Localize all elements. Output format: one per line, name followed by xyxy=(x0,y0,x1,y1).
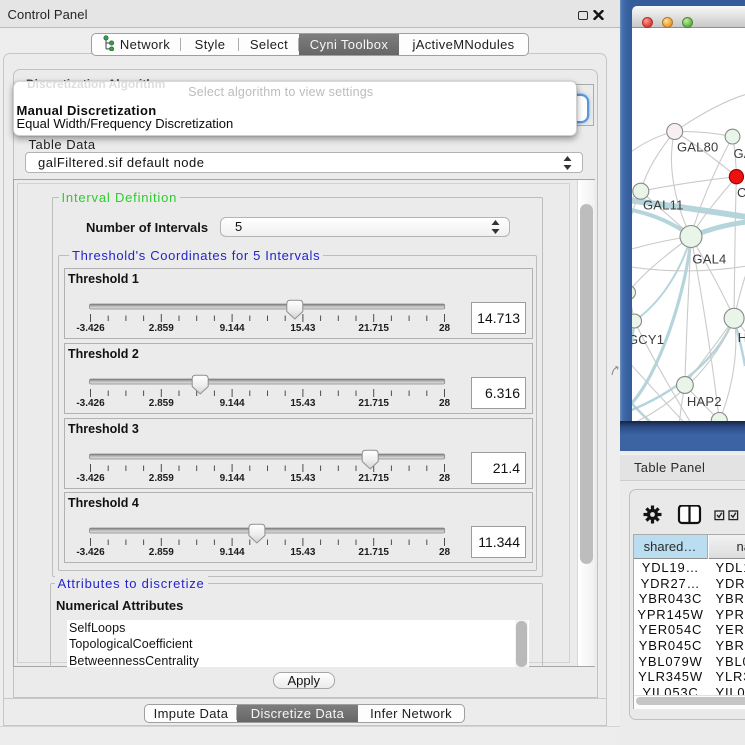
svg-text:9.144: 9.144 xyxy=(220,547,245,558)
svg-text:2.859: 2.859 xyxy=(149,398,174,409)
svg-text:GAL4: GAL4 xyxy=(692,252,726,267)
svg-text:28: 28 xyxy=(439,398,451,409)
svg-text:9.144: 9.144 xyxy=(220,323,245,334)
svg-text:28: 28 xyxy=(439,323,451,334)
svg-text:28: 28 xyxy=(439,547,451,558)
svg-text:2.859: 2.859 xyxy=(149,547,174,558)
svg-text:-3.426: -3.426 xyxy=(76,473,105,484)
svg-text:2.859: 2.859 xyxy=(149,323,174,334)
svg-text:-3.426: -3.426 xyxy=(76,398,105,409)
svg-text:9.144: 9.144 xyxy=(220,398,245,409)
svg-text:28: 28 xyxy=(439,473,451,484)
svg-text:GA: GA xyxy=(733,146,745,161)
svg-text:-3.426: -3.426 xyxy=(76,547,105,558)
svg-text:15.43: 15.43 xyxy=(290,547,315,558)
svg-text:C: C xyxy=(737,185,745,200)
svg-text:2.859: 2.859 xyxy=(149,473,174,484)
svg-text:21.715: 21.715 xyxy=(358,323,389,334)
svg-text:9.144: 9.144 xyxy=(220,473,245,484)
svg-text:21.715: 21.715 xyxy=(358,398,389,409)
svg-text:H: H xyxy=(737,330,745,345)
svg-text:-3.426: -3.426 xyxy=(76,323,105,334)
svg-text:HAP2: HAP2 xyxy=(686,394,721,409)
svg-text:GAL11: GAL11 xyxy=(643,198,684,213)
svg-text:15.43: 15.43 xyxy=(290,473,315,484)
svg-text:21.715: 21.715 xyxy=(358,547,389,558)
svg-text:15.43: 15.43 xyxy=(290,323,315,334)
svg-text:GAL80: GAL80 xyxy=(677,140,718,155)
svg-text:15.43: 15.43 xyxy=(290,398,315,409)
svg-text:21.715: 21.715 xyxy=(358,473,389,484)
svg-text:GCY1: GCY1 xyxy=(632,332,664,347)
